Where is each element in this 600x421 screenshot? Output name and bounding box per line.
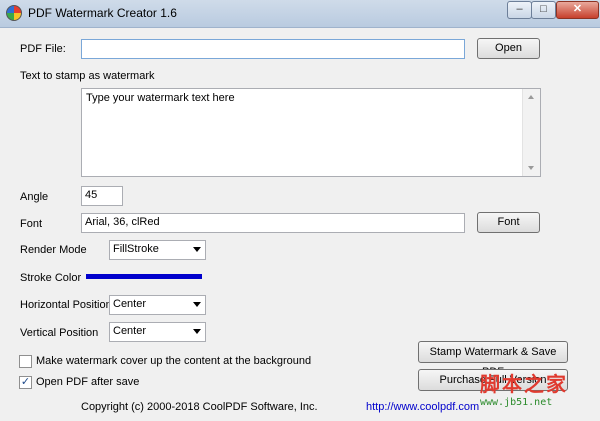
horizontal-position-value: Center (113, 298, 147, 310)
open-after-save-checkbox[interactable]: ✓ (19, 376, 32, 389)
chevron-down-icon (193, 329, 201, 334)
open-button[interactable]: Open (477, 38, 540, 59)
chevron-down-icon (193, 302, 201, 307)
horizontal-position-select[interactable]: Center (109, 295, 206, 315)
cover-content-checkbox[interactable] (19, 355, 32, 368)
stroke-color-label: Stroke Color (20, 272, 82, 284)
chevron-down-icon (193, 247, 201, 252)
title-bar[interactable]: PDF Watermark Creator 1.6 – □ ✕ (0, 0, 600, 28)
vertical-position-select[interactable]: Center (109, 322, 206, 342)
copyright-text: Copyright (c) 2000-2018 CoolPDF Software… (81, 401, 318, 413)
watermark-text-area[interactable]: Type your watermark text here (81, 88, 541, 177)
font-label: Font (20, 218, 43, 230)
window-title: PDF Watermark Creator 1.6 (28, 6, 177, 20)
render-mode-value: FillStroke (113, 243, 159, 255)
maximize-button[interactable]: □ (531, 1, 556, 19)
angle-input[interactable]: 45 (81, 186, 123, 206)
angle-label: Angle (20, 191, 49, 203)
watermark-text-label: Text to stamp as watermark (20, 70, 155, 82)
pdf-file-label: PDF File: (20, 43, 66, 55)
scroll-down-icon[interactable] (528, 166, 534, 170)
render-mode-select[interactable]: FillStroke (109, 240, 206, 260)
website-link[interactable]: http://www.coolpdf.com (366, 401, 479, 413)
minimize-button[interactable]: – (507, 1, 532, 19)
watermark-text-value: Type your watermark text here (86, 92, 235, 104)
text-area-scrollbar[interactable] (522, 89, 540, 176)
vertical-position-label: Vertical Position (20, 327, 99, 339)
stamp-save-button[interactable]: Stamp Watermark & Save PDF (418, 341, 568, 378)
render-mode-label: Render Mode (20, 244, 87, 256)
site-watermark-sub: www.jb51.net (480, 397, 553, 408)
close-button[interactable]: ✕ (556, 1, 599, 19)
font-input[interactable]: Arial, 36, clRed (81, 213, 465, 233)
scroll-up-icon[interactable] (528, 95, 534, 99)
cover-content-label: Make watermark cover up the content at t… (36, 355, 312, 367)
site-watermark: 脚本之家 www.jb51.net (480, 368, 568, 408)
vertical-position-value: Center (113, 325, 147, 337)
stroke-color-swatch[interactable] (86, 274, 202, 279)
horizontal-position-label: Horizontal Position (20, 299, 112, 311)
pdf-file-input[interactable] (81, 39, 465, 59)
open-after-save-label: Open PDF after save (36, 376, 140, 388)
site-watermark-main: 脚本之家 (480, 372, 568, 396)
font-button[interactable]: Font (477, 212, 540, 233)
app-icon (6, 5, 22, 21)
